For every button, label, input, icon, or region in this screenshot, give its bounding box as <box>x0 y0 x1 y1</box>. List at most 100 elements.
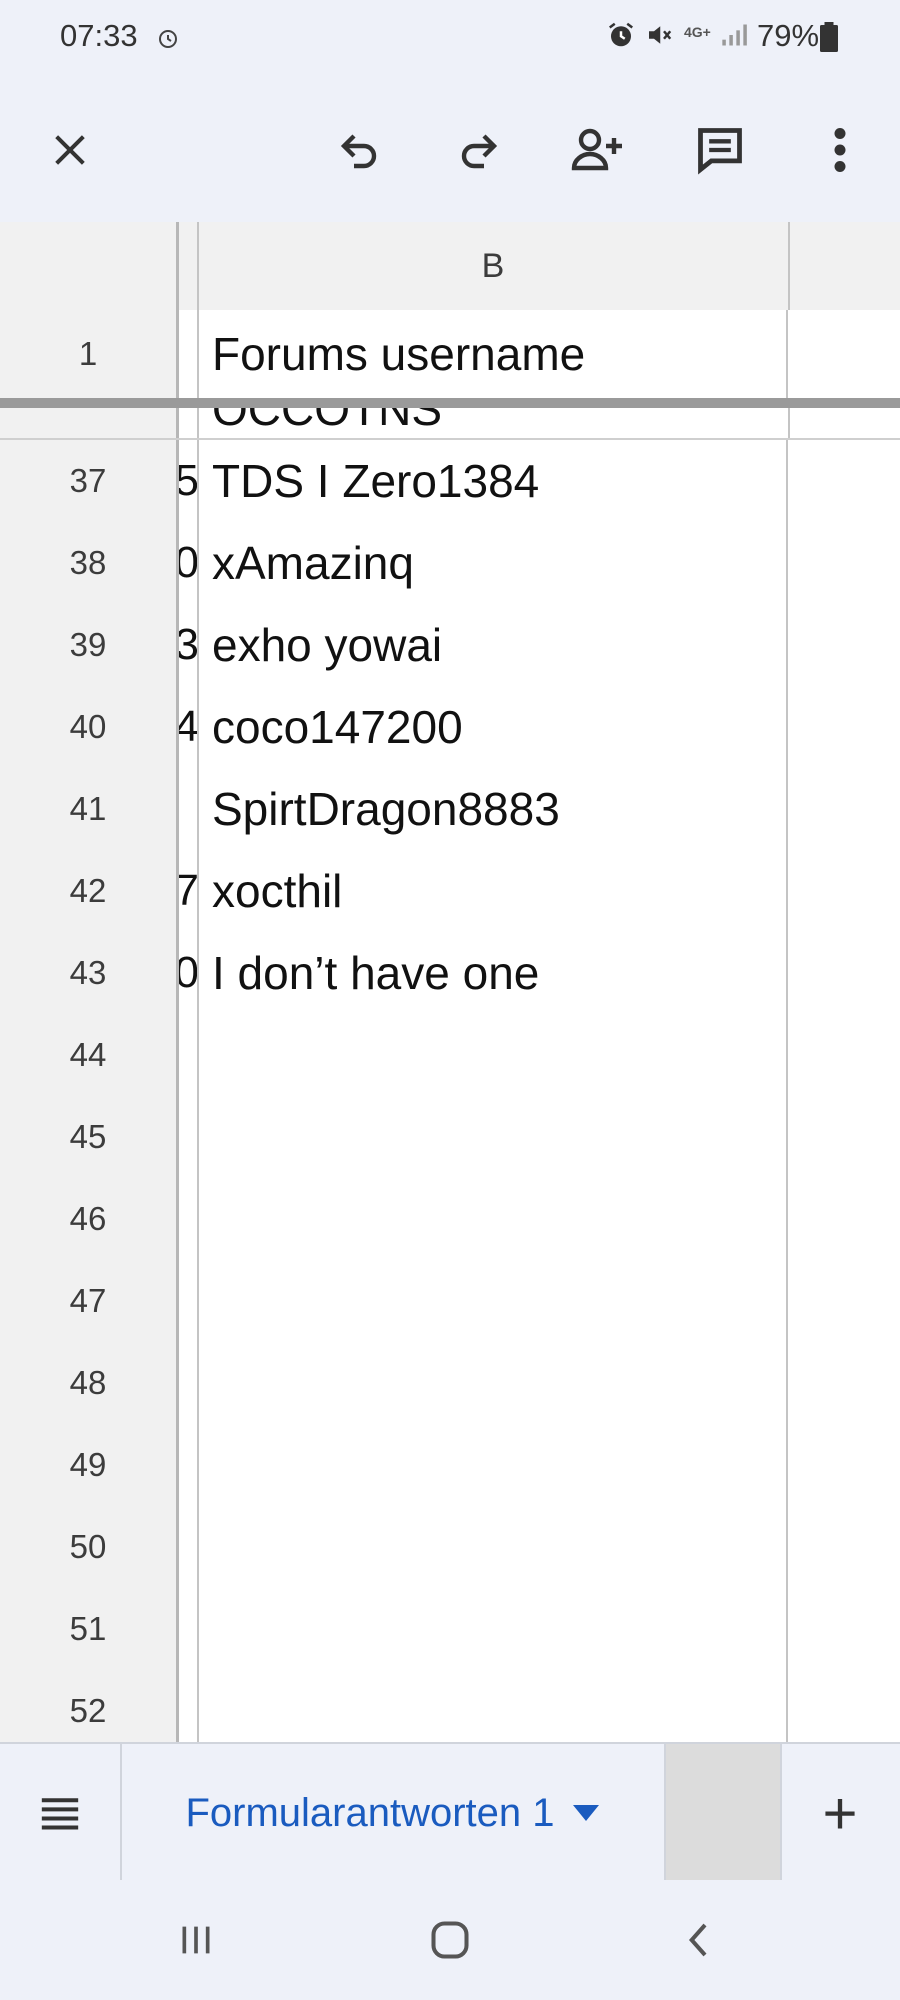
cell-a[interactable] <box>179 1260 199 1342</box>
select-all-corner[interactable] <box>0 222 179 310</box>
row-header[interactable]: 46 <box>0 1178 179 1260</box>
cell-c[interactable] <box>790 686 900 768</box>
cell-c[interactable] <box>790 1096 900 1178</box>
row-header[interactable]: 1 <box>0 310 179 398</box>
cell-b[interactable]: TDS I Zero1384 <box>198 440 788 522</box>
row-header[interactable]: 43 <box>0 932 179 1014</box>
column-header-c[interactable] <box>790 222 900 310</box>
cell-a[interactable]: 3 <box>179 604 199 686</box>
recents-icon[interactable] <box>156 1910 236 1970</box>
cell-b[interactable] <box>198 1588 788 1670</box>
toolbar <box>0 78 900 222</box>
cell-a[interactable] <box>179 408 199 438</box>
cell-c[interactable] <box>790 1178 900 1260</box>
spreadsheet-grid[interactable]: B 1 Forums username OCCOTNS 375TDS I Zer… <box>0 222 900 1742</box>
home-icon[interactable] <box>410 1910 490 1970</box>
cell-b[interactable] <box>198 1178 788 1260</box>
cell-b[interactable] <box>198 1014 788 1096</box>
row-header[interactable]: 42 <box>0 850 179 932</box>
alarm-icon <box>156 26 180 55</box>
cell-c[interactable] <box>790 1342 900 1424</box>
row-header[interactable]: 52 <box>0 1670 179 1742</box>
cell-c[interactable] <box>790 850 900 932</box>
cell-a[interactable] <box>179 1342 199 1424</box>
table-row: 48 <box>0 1342 900 1426</box>
cell-c[interactable] <box>790 1014 900 1096</box>
cell-c[interactable] <box>790 310 900 398</box>
cell-a[interactable]: 5 <box>179 440 199 522</box>
cell-c[interactable] <box>790 768 900 850</box>
cell-b[interactable] <box>198 1506 788 1588</box>
cell-c[interactable] <box>790 932 900 1014</box>
cell-a[interactable]: 0 <box>179 932 199 1014</box>
sheet-list-button[interactable] <box>0 1744 122 1882</box>
cell-a[interactable] <box>179 768 199 850</box>
status-time: 07:33 <box>60 18 138 53</box>
undo-icon[interactable] <box>328 118 392 182</box>
cell-a[interactable] <box>179 1506 199 1588</box>
cell-b[interactable]: xocthil <box>198 850 788 932</box>
tab-next[interactable] <box>664 1744 782 1882</box>
cell-b[interactable] <box>198 1670 788 1742</box>
dropdown-arrow-icon[interactable] <box>572 1805 599 1821</box>
row-header[interactable]: 40 <box>0 686 179 768</box>
cell-b[interactable] <box>198 1260 788 1342</box>
row-header[interactable]: 45 <box>0 1096 179 1178</box>
cell-b[interactable]: xAmazinq <box>198 522 788 604</box>
cell-b[interactable]: OCCOTNS <box>212 408 442 436</box>
cell-b[interactable]: coco147200 <box>198 686 788 768</box>
cell-a[interactable] <box>179 1588 199 1670</box>
tab-label: Formularantworten 1 <box>185 1790 555 1835</box>
tab-formularantworten-1[interactable]: Formularantworten 1 <box>122 1744 662 1882</box>
cell-a[interactable]: 7 <box>179 850 199 932</box>
cell-c[interactable] <box>790 1424 900 1506</box>
row-header[interactable]: 51 <box>0 1588 179 1670</box>
cell-c[interactable] <box>790 1670 900 1742</box>
row-header[interactable]: 39 <box>0 604 179 686</box>
cell-b[interactable]: exho yowai <box>198 604 788 686</box>
cell-a[interactable] <box>179 1096 199 1178</box>
row-header[interactable]: 47 <box>0 1260 179 1342</box>
cell-c[interactable] <box>790 1588 900 1670</box>
cell-a[interactable] <box>179 310 199 398</box>
cell-b[interactable] <box>198 1096 788 1178</box>
cell-b[interactable] <box>198 1342 788 1424</box>
row-header[interactable]: 49 <box>0 1424 179 1506</box>
cell-a[interactable]: 4 <box>179 686 199 768</box>
close-icon[interactable] <box>38 118 102 182</box>
cell-c[interactable] <box>790 1506 900 1588</box>
back-icon[interactable] <box>660 1910 740 1970</box>
row-header[interactable]: 48 <box>0 1342 179 1424</box>
cell-b[interactable]: Forums username <box>198 310 788 398</box>
cell-a[interactable] <box>179 1014 199 1096</box>
cell-a[interactable] <box>179 1424 199 1506</box>
cell-c[interactable] <box>790 522 900 604</box>
cell-a[interactable] <box>179 1178 199 1260</box>
add-sheet-button[interactable]: + <box>780 1744 900 1882</box>
add-person-icon[interactable] <box>566 118 630 182</box>
cell-a[interactable] <box>179 1670 199 1742</box>
row-header[interactable]: 37 <box>0 440 179 522</box>
cell-c[interactable] <box>790 1260 900 1342</box>
cell-c[interactable] <box>790 440 900 522</box>
row-header[interactable]: 38 <box>0 522 179 604</box>
cell-a[interactable]: 0 <box>179 522 199 604</box>
cell-c[interactable] <box>790 604 900 686</box>
redo-icon[interactable] <box>446 118 510 182</box>
column-header-a[interactable] <box>179 222 199 310</box>
table-row: 49 <box>0 1424 900 1508</box>
sheet-tab-bar: Formularantworten 1 + <box>0 1742 900 1882</box>
cell-b[interactable]: SpirtDragon8883 <box>198 768 788 850</box>
cell-b[interactable]: I don’t have one <box>198 932 788 1014</box>
more-vert-icon[interactable] <box>808 118 872 182</box>
cell-a-text: 3 <box>179 620 197 670</box>
freeze-divider[interactable] <box>0 398 900 408</box>
row-header[interactable] <box>0 408 179 438</box>
comment-icon[interactable] <box>688 118 752 182</box>
cell-b[interactable] <box>198 1424 788 1506</box>
column-header-b[interactable]: B <box>198 222 790 310</box>
row-header[interactable]: 50 <box>0 1506 179 1588</box>
row-header[interactable]: 44 <box>0 1014 179 1096</box>
table-row: 375TDS I Zero1384 <box>0 440 900 524</box>
row-header[interactable]: 41 <box>0 768 179 850</box>
